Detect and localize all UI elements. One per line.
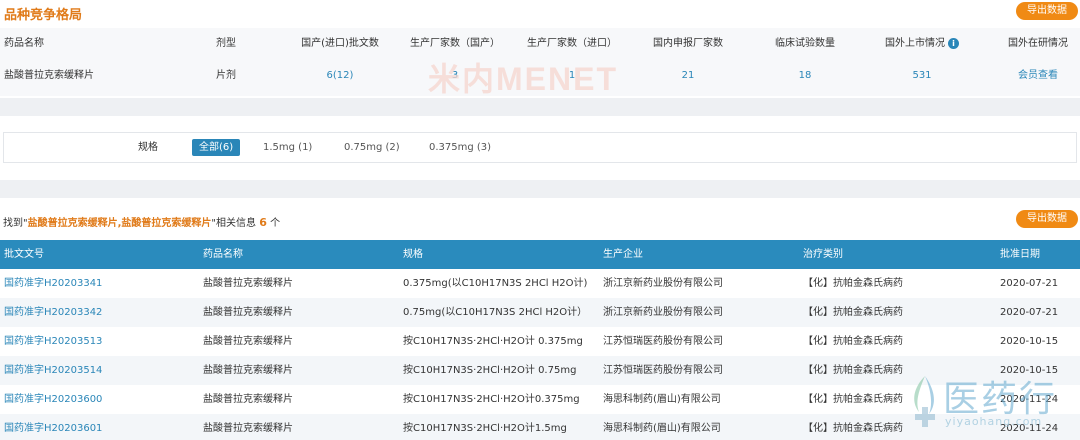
header-manufacturer: 生产企业 xyxy=(603,249,643,260)
cell-manufacturer: 海思科制药(眉山)有限公司 xyxy=(603,423,721,434)
header-foreign-market-label: 国外上市情况 xyxy=(885,38,945,49)
separator-band xyxy=(0,180,1080,198)
approval-number-link[interactable]: 国药准字H20203600 xyxy=(4,385,102,414)
results-suffix: 个 xyxy=(270,218,281,229)
results-middle: "相关信息 xyxy=(211,218,257,229)
results-count: 6 xyxy=(259,216,267,229)
cell-treatment-category: 【化】抗帕金森氏病药 xyxy=(803,336,903,347)
cell-treatment-category: 【化】抗帕金森氏病药 xyxy=(803,394,903,405)
header-dosage-form: 剂型 xyxy=(216,38,236,49)
cell-treatment-category: 【化】抗帕金森氏病药 xyxy=(803,423,903,434)
header-drug-name: 药品名称 xyxy=(203,249,243,260)
approval-number-link[interactable]: 国药准字H20203601 xyxy=(4,414,102,440)
cell-foreign-market[interactable]: 531 xyxy=(862,60,982,92)
cell-manufacturer: 海思科制药(眉山)有限公司 xyxy=(603,394,721,405)
table-row: 国药准字H20203341 盐酸普拉克索缓释片 0.375mg(以C10H17N… xyxy=(0,269,1080,298)
cell-specification: 0.75mg(以C10H17N3S 2HCl H2O计） xyxy=(403,307,588,318)
cell-approval-date: 2020-11-24 xyxy=(1000,394,1059,405)
header-treatment-category: 治疗类别 xyxy=(803,249,843,260)
cell-dosage-form: 片剂 xyxy=(216,70,236,81)
cell-manufacturer: 江苏恒瑞医药股份有限公司 xyxy=(603,365,723,376)
cell-drug-name: 盐酸普拉克索缓释片 xyxy=(203,278,293,289)
cell-member-view-link[interactable]: 会员查看 xyxy=(978,60,1080,92)
cell-drug-name: 盐酸普拉克索缓释片 xyxy=(203,423,293,434)
header-drug-name: 药品名称 xyxy=(4,38,44,49)
cell-domestic-applicants[interactable]: 21 xyxy=(628,60,748,92)
header-clinical-trials: 临床试验数量 xyxy=(775,38,835,49)
cell-treatment-category: 【化】抗帕金森氏病药 xyxy=(803,365,903,376)
approval-number-link[interactable]: 国药准字H20203341 xyxy=(4,269,102,298)
approval-number-link[interactable]: 国药准字H20203513 xyxy=(4,327,102,356)
table-row: 国药准字H20203513 盐酸普拉克索缓释片 按C10H17N3S·2HCl·… xyxy=(0,327,1080,356)
export-data-button-top[interactable]: 导出数据 xyxy=(1016,2,1078,20)
spec-filter: 规格 全部(6) 1.5mg (1) 0.75mg (2) 0.375mg (3… xyxy=(3,132,1077,163)
approval-number-link[interactable]: 国药准字H20203342 xyxy=(4,298,102,327)
table-row: 国药准字H20203514 盐酸普拉克索缓释片 按C10H17N3S·2HCl·… xyxy=(0,356,1080,385)
spec-option-0-75mg[interactable]: 0.75mg (2) xyxy=(337,139,407,156)
export-data-button-results[interactable]: 导出数据 xyxy=(1016,210,1078,228)
header-domestic-applicants: 国内申报厂家数 xyxy=(653,38,723,49)
header-approval-date: 批准日期 xyxy=(1000,249,1040,260)
cell-specification: 按C10H17N3S·2HCl·H2O计1.5mg xyxy=(403,423,567,434)
spec-option-0-375mg[interactable]: 0.375mg (3) xyxy=(422,139,498,156)
cell-clinical-trials[interactable]: 18 xyxy=(745,60,865,92)
table-row: 国药准字H20203342 盐酸普拉克索缓释片 0.75mg(以C10H17N3… xyxy=(0,298,1080,327)
header-foreign-research: 国外在研情况 xyxy=(1008,38,1068,49)
cell-specification: 0.375mg(以C10H17N3S 2HCl H2O计) xyxy=(403,278,588,289)
section-title: 品种竞争格局 xyxy=(4,8,83,23)
approval-number-link[interactable]: 国药准字H20203514 xyxy=(4,356,102,385)
separator-band xyxy=(0,98,1080,116)
table-row: 国药准字H20203601 盐酸普拉克索缓释片 按C10H17N3S·2HCl·… xyxy=(0,414,1080,440)
header-approval-count: 国产(进口)批文数 xyxy=(301,38,379,49)
table-row: 国药准字H20203600 盐酸普拉克索缓释片 按C10H17N3S·2HCl·… xyxy=(0,385,1080,414)
cell-treatment-category: 【化】抗帕金森氏病药 xyxy=(803,278,903,289)
results-summary: 找到"盐酸普拉克索缓释片,盐酸普拉克索缓释片"相关信息 6 个 xyxy=(3,214,280,229)
cell-approval-date: 2020-07-21 xyxy=(1000,307,1059,318)
header-specification: 规格 xyxy=(403,249,423,260)
cell-drug-name: 盐酸普拉克索缓释片 xyxy=(203,365,293,376)
cell-specification: 按C10H17N3S·2HCl·H2O计 0.75mg xyxy=(403,365,577,376)
menet-watermark: 米内MENET xyxy=(428,61,619,97)
spec-option-1-5mg[interactable]: 1.5mg (1) xyxy=(256,139,319,156)
info-icon[interactable]: i xyxy=(948,37,959,49)
header-foreign-market: 国外上市情况 i xyxy=(862,28,982,60)
cell-manufacturer: 浙江京新药业股份有限公司 xyxy=(603,278,723,289)
cell-approval-count[interactable]: 6(12) xyxy=(280,60,400,92)
cell-drug-name: 盐酸普拉克索缓释片 xyxy=(203,394,293,405)
cell-approval-date: 2020-11-24 xyxy=(1000,423,1059,434)
cell-manufacturer: 江苏恒瑞医药股份有限公司 xyxy=(603,336,723,347)
cell-drug-name: 盐酸普拉克索缓释片 xyxy=(4,70,94,81)
cell-treatment-category: 【化】抗帕金森氏病药 xyxy=(803,307,903,318)
cell-approval-date: 2020-10-15 xyxy=(1000,365,1059,376)
cell-specification: 按C10H17N3S·2HCl·H2O计 0.375mg xyxy=(403,336,583,347)
cell-drug-name: 盐酸普拉克索缓释片 xyxy=(203,307,293,318)
cell-manufacturer: 浙江京新药业股份有限公司 xyxy=(603,307,723,318)
header-approval-number: 批文文号 xyxy=(4,249,44,260)
cell-specification: 按C10H17N3S·2HCl·H2O计0.375mg xyxy=(403,394,580,405)
spec-filter-label: 规格 xyxy=(138,142,158,153)
cell-approval-date: 2020-10-15 xyxy=(1000,336,1059,347)
approval-table-header: 批文文号 药品名称 规格 生产企业 治疗类别 批准日期 xyxy=(0,240,1080,269)
cell-drug-name: 盐酸普拉克索缓释片 xyxy=(203,336,293,347)
results-keyword: 盐酸普拉克索缓释片,盐酸普拉克索缓释片 xyxy=(27,218,212,229)
cell-approval-date: 2020-07-21 xyxy=(1000,278,1059,289)
results-prefix: 找到" xyxy=(3,218,28,229)
spec-option-all[interactable]: 全部(6) xyxy=(192,139,241,156)
